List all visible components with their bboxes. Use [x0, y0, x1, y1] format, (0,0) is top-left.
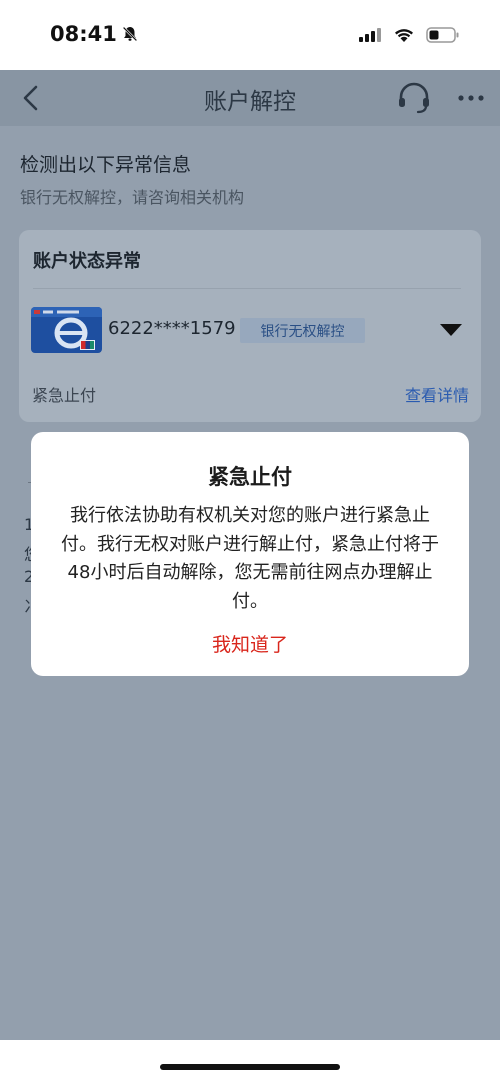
nav-bar: 账户解控: [0, 70, 500, 126]
battery-icon: [426, 27, 459, 43]
acknowledge-button[interactable]: 我知道了: [31, 630, 469, 657]
more-options-icon[interactable]: [456, 88, 486, 108]
card-number: 6222****1579: [108, 318, 236, 339]
bank-card-image: [31, 307, 102, 353]
account-unfreeze-screen: 08:41 账户解控 检测出以下异常信息 银行无权解控，请咨询相关机构 账户状态…: [0, 0, 500, 1070]
card-divider: [33, 288, 461, 289]
wifi-icon: [395, 29, 413, 42]
home-indicator[interactable]: [160, 1064, 340, 1070]
cellular-signal-icon: [359, 28, 381, 42]
detect-title: 检测出以下异常信息: [20, 154, 192, 176]
dialog-title: 紧急止付: [208, 465, 292, 489]
account-status-card: 账户状态异常 6222****1579 银行无权解控 紧急止付 查看详情: [19, 230, 481, 422]
dialog-message: 我行依法协助有权机关对您的账户进行紧急止付。我行无权对账户进行解止付，紧急止付将…: [61, 505, 439, 612]
detect-subtitle: 银行无权解控，请咨询相关机构: [20, 188, 245, 207]
view-details-link[interactable]: 查看详情: [405, 382, 469, 406]
status-time-group: 08:41: [50, 22, 139, 46]
status-icons: [358, 27, 460, 43]
emergency-stop-dialog: 紧急止付 我行依法协助有权机关对您的账户进行紧急止付。我行无权对账户进行解止付，…: [31, 432, 469, 676]
status-bar: 08:41: [0, 0, 500, 70]
card-title: 账户状态异常: [33, 251, 141, 272]
customer-service-icon[interactable]: [396, 80, 432, 116]
bell-muted-icon: [122, 26, 138, 42]
freeze-type-label: 紧急止付: [32, 386, 97, 405]
status-tag: 银行无权解控: [240, 318, 365, 343]
status-time: 08:41: [50, 22, 117, 46]
dropdown-triangle-icon[interactable]: [439, 322, 463, 338]
bank-card-graphic: [31, 307, 102, 353]
